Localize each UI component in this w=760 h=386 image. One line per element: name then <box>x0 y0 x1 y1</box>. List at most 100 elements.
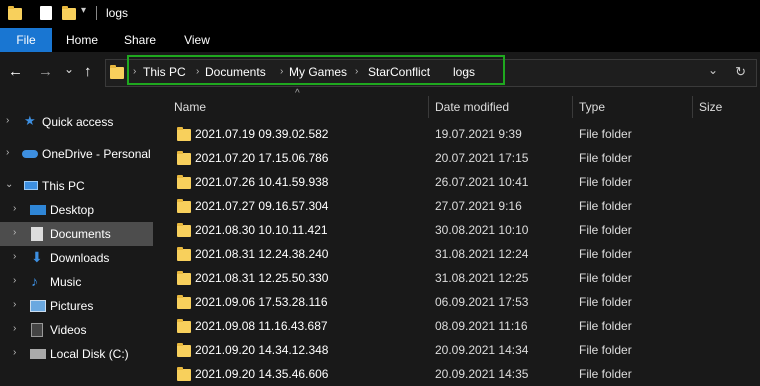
quick-access-toolbar-dropdown-icon[interactable]: ▾ <box>81 5 86 16</box>
column-divider[interactable] <box>428 96 429 118</box>
date-modified: 26.07.2021 10:41 <box>435 175 529 189</box>
sidebar-item-local-disk[interactable]: › Local Disk (C:) <box>0 342 153 366</box>
chevron-right-icon[interactable]: › <box>13 275 16 286</box>
breadcrumb-starconflict[interactable]: StarConflict <box>368 65 430 79</box>
file-type: File folder <box>579 319 632 333</box>
table-row[interactable]: 2021.07.26 10.41.59.938 26.07.2021 10:41 F… <box>153 170 760 194</box>
documents-icon <box>31 227 43 241</box>
sort-ascending-icon: ^ <box>295 88 300 99</box>
date-modified: 06.09.2021 17:53 <box>435 295 529 309</box>
sidebar-item-label: Documents <box>50 227 111 241</box>
sidebar-item-videos[interactable]: › Videos <box>0 318 153 342</box>
cloud-icon <box>22 150 38 158</box>
sidebar-item-quick-access[interactable]: › ★ Quick access <box>0 110 153 134</box>
date-modified: 20.09.2021 14:35 <box>435 367 529 381</box>
chevron-right-icon[interactable]: › <box>355 66 358 77</box>
chevron-down-icon[interactable]: ⌄ <box>5 179 13 190</box>
table-row[interactable]: 2021.08.30 10.10.11.421 30.08.2021 10:10 F… <box>153 218 760 242</box>
chevron-right-icon[interactable]: › <box>6 147 9 158</box>
chevron-right-icon[interactable]: › <box>13 251 16 262</box>
file-type: File folder <box>579 175 632 189</box>
forward-arrow-icon[interactable]: → <box>38 64 53 80</box>
file-name: 2021.09.20 14.35.46.606 <box>195 367 329 381</box>
title-divider <box>96 6 97 20</box>
chevron-right-icon[interactable]: › <box>13 227 16 238</box>
table-row[interactable]: 2021.07.20 17.15.06.786 20.07.2021 17:15 F… <box>153 146 760 170</box>
new-folder-icon[interactable] <box>62 6 76 20</box>
file-type: File folder <box>579 223 632 237</box>
table-row[interactable]: 2021.09.20 14.35.46.606 20.09.2021 14:35 F… <box>153 362 760 386</box>
sidebar-item-label: Downloads <box>50 251 110 265</box>
sidebar-item-label: This PC <box>42 179 85 193</box>
refresh-icon[interactable]: ↻ <box>735 64 746 80</box>
up-arrow-icon[interactable]: ↑ <box>84 64 92 80</box>
videos-icon <box>31 323 43 337</box>
column-header-size[interactable]: Size <box>699 100 722 114</box>
folder-icon <box>177 175 191 189</box>
sidebar-item-onedrive[interactable]: › OneDrive - Personal <box>0 142 153 166</box>
sidebar-item-downloads[interactable]: › ⬇ Downloads <box>0 246 153 270</box>
chevron-right-icon[interactable]: › <box>6 115 9 126</box>
sidebar-item-documents[interactable]: › Documents <box>0 222 153 246</box>
column-divider[interactable] <box>572 96 573 118</box>
table-row[interactable]: 2021.08.31 12.24.38.240 31.08.2021 12:24 F… <box>153 242 760 266</box>
sidebar-item-desktop[interactable]: › Desktop <box>0 198 153 222</box>
chevron-right-icon[interactable]: › <box>13 299 16 310</box>
folder-icon <box>177 367 191 381</box>
sidebar-item-label: Videos <box>50 323 87 337</box>
table-row[interactable]: 2021.07.19 09.39.02.582 19.07.2021 9:39 Fi… <box>153 122 760 146</box>
file-name: 2021.09.20 14.34.12.348 <box>195 343 329 357</box>
tab-file[interactable]: File <box>0 28 52 52</box>
address-dropdown-icon[interactable]: ⌄ <box>708 63 718 77</box>
file-name: 2021.09.08 11.16.43.687 <box>195 319 328 333</box>
file-type: File folder <box>579 271 632 285</box>
breadcrumb-my-games[interactable]: My Games <box>289 65 347 79</box>
table-row[interactable]: 2021.09.20 14.34.12.348 20.09.2021 14:34 F… <box>153 338 760 362</box>
download-icon: ⬇ <box>31 249 43 265</box>
sidebar-item-music[interactable]: › ♪ Music <box>0 270 153 294</box>
chevron-right-icon[interactable]: › <box>196 66 199 77</box>
file-name: 2021.07.19 09.39.02.582 <box>195 127 329 141</box>
folder-icon <box>177 247 191 261</box>
sidebar-item-this-pc[interactable]: ⌄ This PC <box>0 174 153 198</box>
chevron-right-icon[interactable]: › <box>13 347 16 358</box>
desktop-icon <box>30 205 46 215</box>
chevron-right-icon[interactable]: › <box>13 203 16 214</box>
folder-icon <box>110 65 124 79</box>
table-row[interactable]: 2021.09.06 17.53.28.116 06.09.2021 17:53 F… <box>153 290 760 314</box>
file-type: File folder <box>579 343 632 357</box>
disk-icon <box>30 349 46 359</box>
chevron-right-icon[interactable]: › <box>280 66 283 77</box>
sidebar-item-label: Quick access <box>42 115 114 129</box>
ribbon: File Home Share View <box>0 28 760 52</box>
date-modified: 31.08.2021 12:24 <box>435 247 529 261</box>
table-row[interactable]: 2021.09.08 11.16.43.687 08.09.2021 11:16 F… <box>153 314 760 338</box>
recent-locations-icon[interactable]: ⌄ <box>64 61 74 77</box>
file-type: File folder <box>579 199 632 213</box>
folder-icon <box>177 199 191 213</box>
table-row[interactable]: 2021.07.27 09.16.57.304 27.07.2021 9:16 Fi… <box>153 194 760 218</box>
date-modified: 27.07.2021 9:16 <box>435 199 522 213</box>
folder-icon <box>177 223 191 237</box>
tab-home[interactable]: Home <box>60 28 104 52</box>
back-arrow-icon[interactable]: ← <box>8 64 23 80</box>
file-name: 2021.09.06 17.53.28.116 <box>195 295 328 309</box>
table-row[interactable]: 2021.08.31 12.25.50.330 31.08.2021 12:25 F… <box>153 266 760 290</box>
breadcrumb-this-pc[interactable]: This PC <box>143 65 186 79</box>
tab-view[interactable]: View <box>175 28 219 52</box>
sidebar-item-label: Desktop <box>50 203 95 217</box>
column-header-type[interactable]: Type <box>579 100 605 114</box>
chevron-right-icon[interactable]: › <box>13 323 16 334</box>
properties-icon[interactable] <box>40 6 52 20</box>
folder-icon <box>177 151 191 165</box>
star-icon: ★ <box>24 113 36 128</box>
title-bar: ▾ logs <box>0 0 760 28</box>
sidebar-item-pictures[interactable]: › Pictures <box>0 294 153 318</box>
breadcrumb-documents[interactable]: Documents <box>205 65 266 79</box>
folder-icon <box>177 319 191 333</box>
tab-share[interactable]: Share <box>118 28 162 52</box>
column-header-date-modified[interactable]: Date modified <box>435 100 509 114</box>
column-header-name[interactable]: Name <box>174 100 206 114</box>
breadcrumb-logs[interactable]: logs <box>453 65 475 79</box>
column-divider[interactable] <box>692 96 693 118</box>
